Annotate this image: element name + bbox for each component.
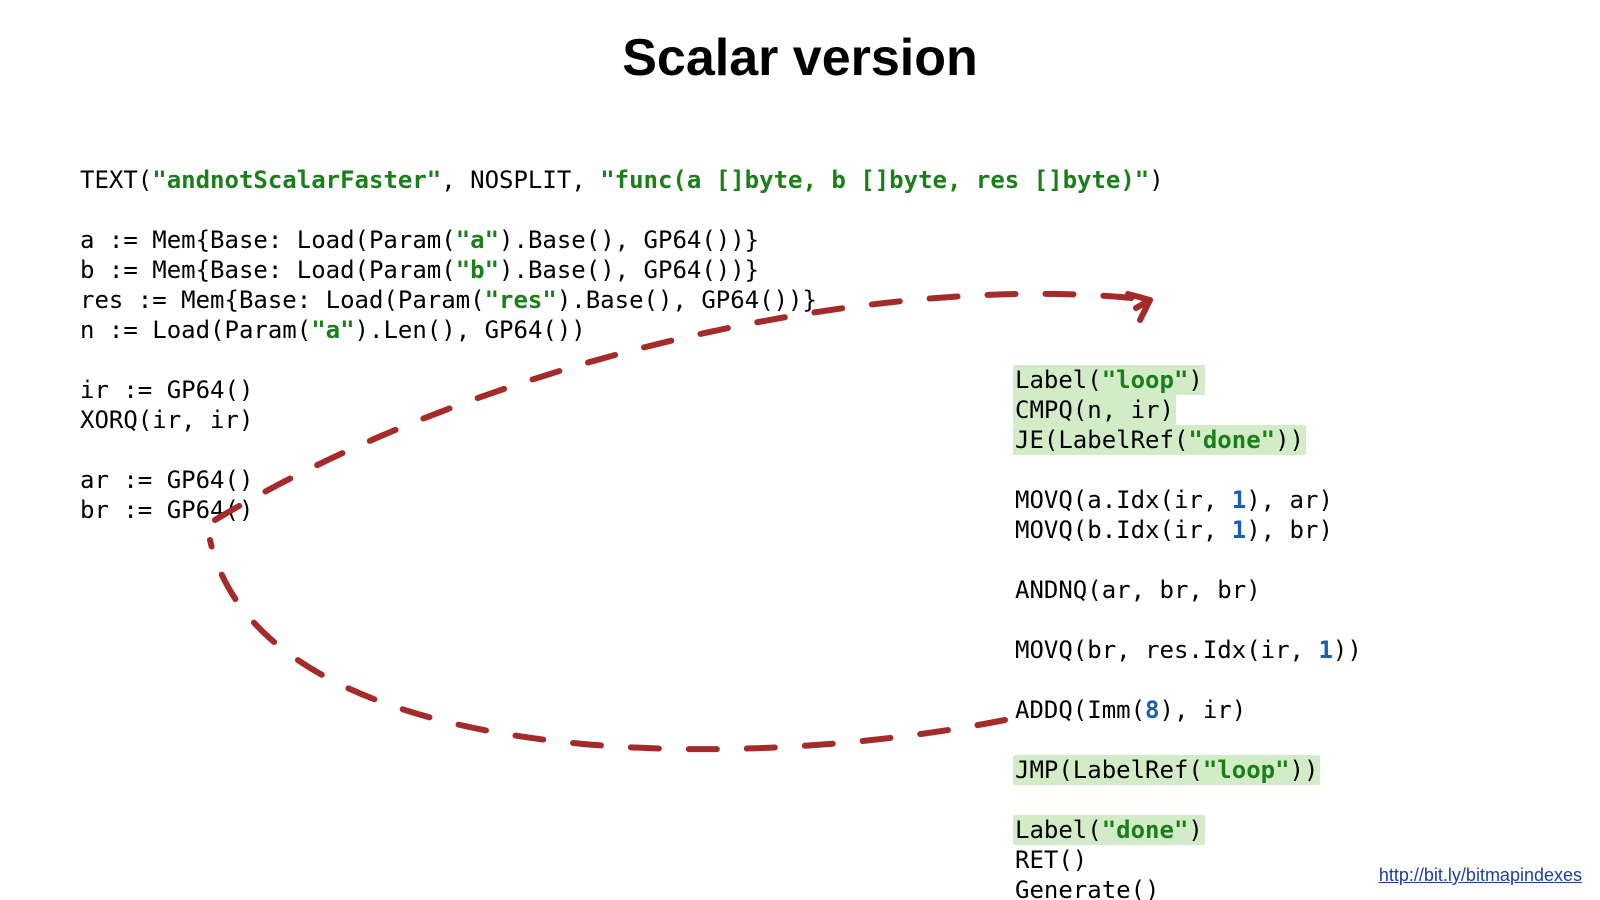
code-line: Generate() [1015,876,1160,900]
code-line: MOVQ(br, res.Idx(ir, 1)) [1015,636,1362,664]
code-line: XORQ(ir, ir) [80,406,253,434]
code-line: ar := GP64() [80,466,253,494]
code-line: MOVQ(a.Idx(ir, 1), ar) [1015,486,1333,514]
code-line: ir := GP64() [80,376,253,404]
code-line: b := Mem{Base: Load(Param("b").Base(), G… [80,256,759,284]
code-line: RET() [1015,846,1087,874]
code-line-highlight: JE(LabelRef("done")) [1013,425,1306,455]
code-line-highlight: CMPQ(n, ir) [1013,395,1176,425]
code-line: ANDNQ(ar, br, br) [1015,576,1261,604]
code-block-right: Label("loop") CMPQ(n, ir) JE(LabelRef("d… [1015,335,1362,900]
code-line: a := Mem{Base: Load(Param("a").Base(), G… [80,226,759,254]
code-line-highlight: Label("loop") [1013,365,1205,395]
code-line: MOVQ(b.Idx(ir, 1), br) [1015,516,1333,544]
code-line-highlight: Label("done") [1013,815,1205,845]
code-line-highlight: JMP(LabelRef("loop")) [1013,755,1320,785]
code-line: br := GP64() [80,496,253,524]
slide-title: Scalar version [0,28,1600,88]
code-block-left: TEXT("andnotScalarFaster", NOSPLIT, "fun… [80,135,1164,525]
code-line: res := Mem{Base: Load(Param("res").Base(… [80,286,817,314]
code-line: TEXT("andnotScalarFaster", NOSPLIT, "fun… [80,166,1164,194]
footer-link[interactable]: http://bit.ly/bitmapindexes [1379,865,1582,886]
code-line: n := Load(Param("a").Len(), GP64()) [80,316,586,344]
code-line: ADDQ(Imm(8), ir) [1015,696,1246,724]
